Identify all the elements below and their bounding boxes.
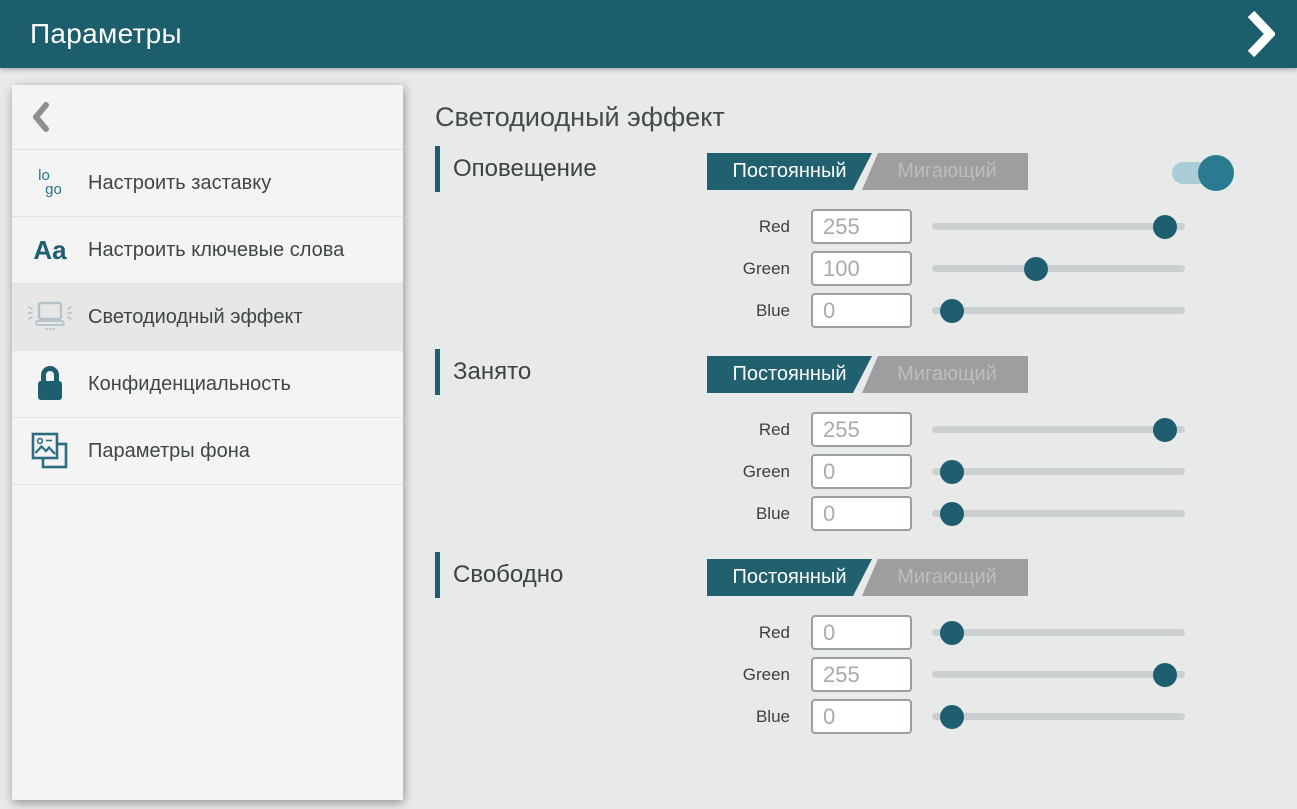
green-slider[interactable] [932,454,1185,489]
sidebar-item-label: Настроить ключевые слова [88,227,356,273]
green-value-input[interactable] [811,657,912,692]
channel-row-red: Red [435,615,1297,650]
slider-thumb[interactable] [1024,257,1048,281]
section-alert: Оповещение Постоянный Мигающий Red Green [435,146,1297,328]
red-label: Red [435,217,790,237]
sidebar-item-label: Параметры фона [88,428,262,474]
sidebar-item-keywords[interactable]: Aa Настроить ключевые слова [12,217,403,284]
blue-label: Blue [435,301,790,321]
slider-track[interactable] [932,307,1185,314]
slider-thumb[interactable] [940,299,964,323]
mode-tabs: Постоянный Мигающий [707,559,1024,596]
sidebar-back-button[interactable] [12,85,403,150]
section-accent-bar [435,552,440,598]
slider-track[interactable] [932,468,1185,475]
slider-thumb[interactable] [1153,215,1177,239]
logo-icon-line2: go [45,183,62,197]
red-value-input[interactable] [811,412,912,447]
channel-row-blue: Blue [435,496,1297,531]
sidebar-item-splash-screen[interactable]: lo go Настроить заставку [12,150,403,217]
section-title: Оповещение [453,155,597,183]
slider-track[interactable] [932,713,1185,720]
slider-thumb[interactable] [1153,663,1177,687]
section-busy: Занято Постоянный Мигающий Red Green [435,349,1297,531]
blue-value-input[interactable] [811,293,912,328]
slider-track[interactable] [932,510,1185,517]
blue-value-input[interactable] [811,699,912,734]
toggle-knob[interactable] [1198,155,1234,191]
green-label: Green [435,259,790,279]
tab-solid[interactable]: Постоянный [707,559,872,596]
blue-slider[interactable] [932,293,1185,328]
section-title: Свободно [453,561,563,589]
channel-row-green: Green [435,251,1297,286]
red-label: Red [435,420,790,440]
alert-enable-toggle[interactable] [1172,162,1227,184]
channel-row-green: Green [435,454,1297,489]
green-slider[interactable] [932,251,1185,286]
section-title: Занято [453,358,531,386]
channel-row-red: Red [435,412,1297,447]
app-header: Параметры [0,0,1297,68]
section-accent-bar [435,349,440,395]
red-slider[interactable] [932,209,1185,244]
channel-row-green: Green [435,657,1297,692]
chevron-right-icon [1247,10,1275,58]
led-display-icon [12,299,88,335]
tab-blinking[interactable]: Мигающий [862,559,1028,596]
slider-track[interactable] [932,223,1185,230]
section-free: Свободно Постоянный Мигающий Red Green [435,552,1297,734]
slider-track[interactable] [932,671,1185,678]
red-value-input[interactable] [811,615,912,650]
green-value-input[interactable] [811,251,912,286]
channel-row-blue: Blue [435,699,1297,734]
blue-value-input[interactable] [811,496,912,531]
green-value-input[interactable] [811,454,912,489]
mode-tabs: Постоянный Мигающий [707,356,1024,393]
forward-button[interactable] [1241,8,1281,60]
sidebar-item-privacy[interactable]: Конфиденциальность [12,351,403,418]
sidebar-item-background[interactable]: Параметры фона [12,418,403,485]
lock-icon [12,364,88,404]
red-slider[interactable] [932,412,1185,447]
slider-thumb[interactable] [940,460,964,484]
slider-thumb[interactable] [940,705,964,729]
slider-thumb[interactable] [940,502,964,526]
main-content: Светодиодный эффект Оповещение Постоянны… [435,68,1297,809]
background-image-icon [12,431,88,471]
slider-thumb[interactable] [1153,418,1177,442]
green-slider[interactable] [932,657,1185,692]
slider-thumb[interactable] [940,621,964,645]
keywords-icon: Aa [12,235,88,266]
blue-label: Blue [435,707,790,727]
content-title: Светодиодный эффект [435,102,1297,133]
channel-row-blue: Blue [435,293,1297,328]
sidebar-item-label: Конфиденциальность [88,361,303,407]
red-value-input[interactable] [811,209,912,244]
sidebar-item-label: Настроить заставку [88,160,283,206]
red-label: Red [435,623,790,643]
slider-track[interactable] [932,629,1185,636]
tab-solid[interactable]: Постоянный [707,153,872,190]
red-slider[interactable] [932,615,1185,650]
green-label: Green [435,462,790,482]
tab-blinking[interactable]: Мигающий [862,153,1028,190]
page-title: Параметры [30,18,182,50]
channel-row-red: Red [435,209,1297,244]
sidebar-item-label: Светодиодный эффект [88,294,315,340]
slider-track[interactable] [932,426,1185,433]
sidebar-item-led-effect[interactable]: Светодиодный эффект [12,284,403,351]
section-accent-bar [435,146,440,192]
chevron-left-icon [32,102,49,132]
slider-track[interactable] [932,265,1185,272]
logo-icon: lo go [12,169,88,198]
blue-slider[interactable] [932,699,1185,734]
green-label: Green [435,665,790,685]
tab-blinking[interactable]: Мигающий [862,356,1028,393]
mode-tabs: Постоянный Мигающий [707,153,1024,190]
blue-slider[interactable] [932,496,1185,531]
tab-solid[interactable]: Постоянный [707,356,872,393]
sidebar: lo go Настроить заставку Aa Настроить кл… [12,85,403,800]
blue-label: Blue [435,504,790,524]
